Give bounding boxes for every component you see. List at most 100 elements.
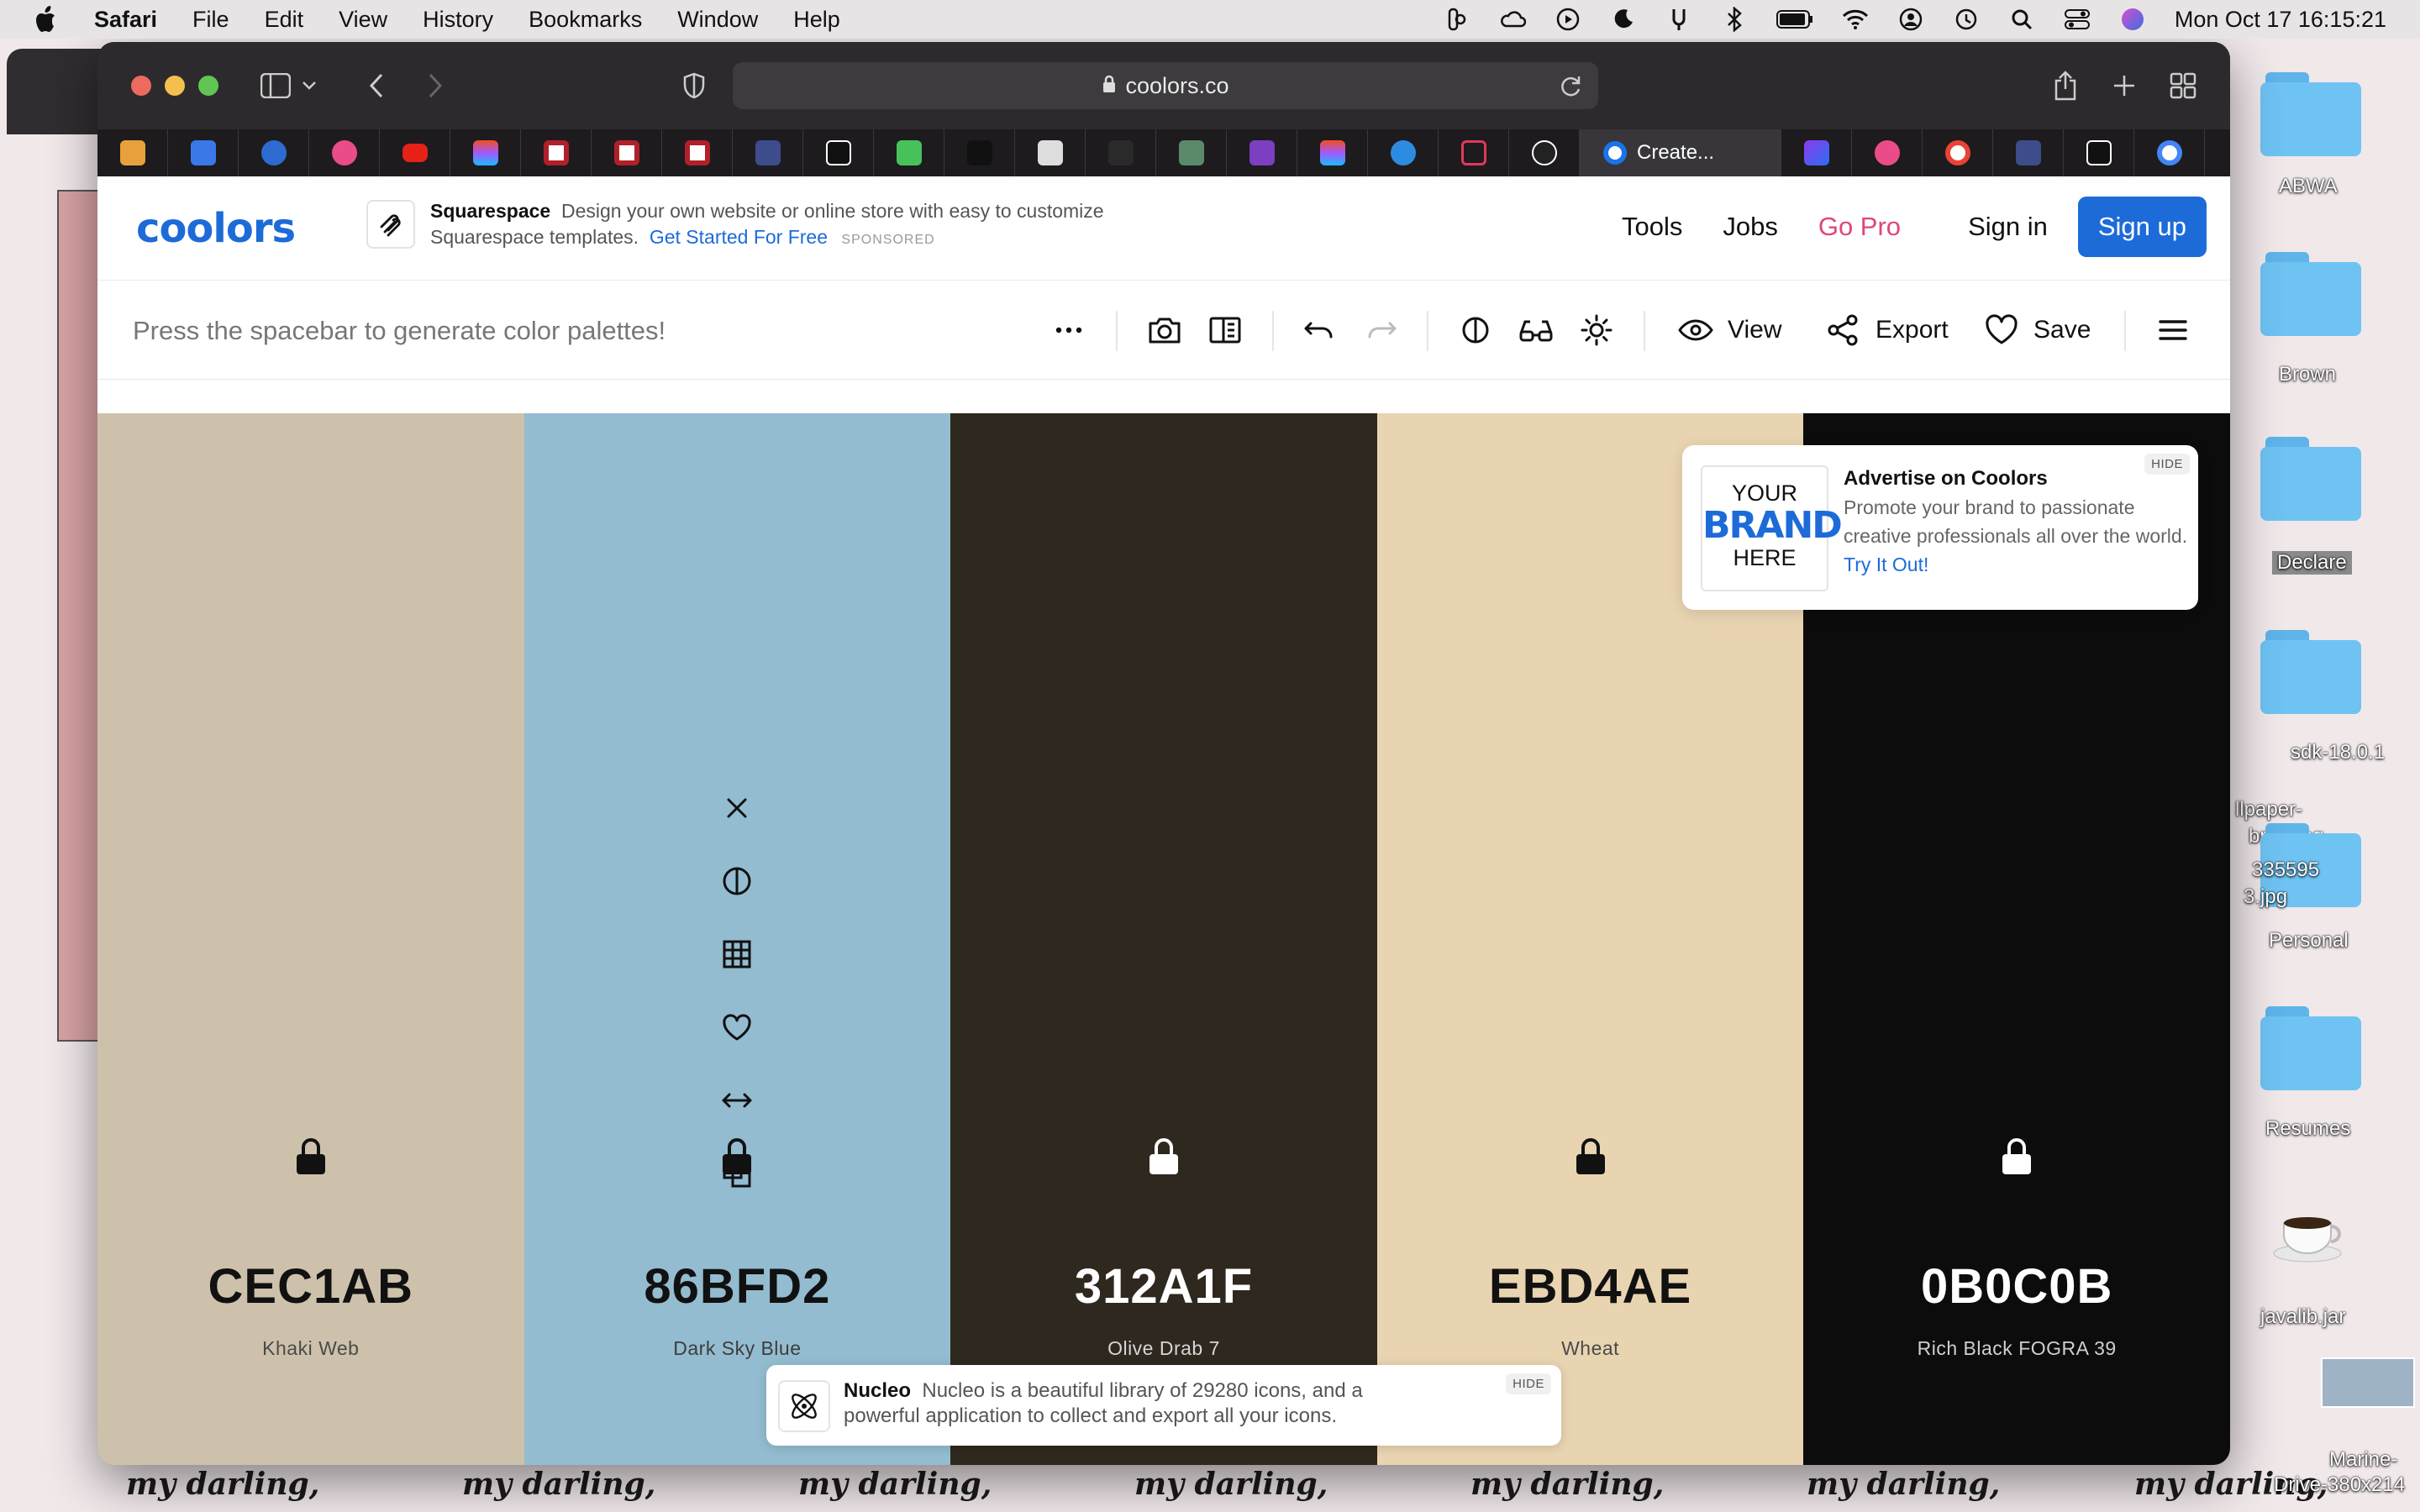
tab[interactable] (1015, 129, 1086, 176)
tab[interactable] (1086, 129, 1156, 176)
color-hex-code[interactable]: 86BFD2 (524, 1258, 951, 1315)
hamburger-menu-icon[interactable] (2154, 311, 2191, 349)
folder-icon[interactable] (2260, 1006, 2361, 1090)
tab[interactable] (309, 129, 380, 176)
desktop-item-label[interactable]: Declare (2272, 551, 2352, 575)
glasses-icon[interactable] (1518, 311, 1555, 349)
forward-icon[interactable] (418, 69, 452, 102)
menu-bookmarks[interactable]: Bookmarks (529, 7, 642, 33)
tab-active[interactable]: Create... (1580, 129, 1781, 176)
spotlight-search-icon[interactable] (2008, 6, 2035, 33)
tab[interactable] (1993, 129, 2064, 176)
control-center-icon[interactable] (2064, 6, 2091, 33)
time-machine-icon[interactable] (1953, 6, 1980, 33)
chevron-down-icon[interactable] (299, 69, 319, 102)
play-icon[interactable] (1555, 6, 1581, 33)
address-bar[interactable]: coolors.co (733, 62, 1598, 109)
sign-in-link[interactable]: Sign in (1968, 212, 2048, 242)
menu-view[interactable]: View (339, 7, 387, 33)
hide-nucleo-button[interactable]: HIDE (1506, 1373, 1551, 1394)
tab[interactable] (1781, 129, 1852, 176)
tab[interactable] (944, 129, 1015, 176)
color-swatch[interactable]: 312A1F Olive Drab 7 (950, 413, 1377, 1465)
save-button[interactable]: Save (1983, 311, 2091, 349)
menu-help[interactable]: Help (793, 7, 840, 33)
brightness-icon[interactable] (1578, 311, 1615, 349)
shades-grid-icon[interactable] (720, 937, 754, 971)
color-hex-code[interactable]: CEC1AB (97, 1258, 524, 1315)
wifi-icon[interactable] (1842, 6, 1869, 33)
tab[interactable] (592, 129, 662, 176)
reload-icon[interactable] (1560, 74, 1583, 97)
lock-icon[interactable] (294, 1137, 328, 1176)
view-button[interactable]: View (1677, 311, 1781, 349)
zoom-window-button[interactable] (198, 76, 218, 96)
undo-icon[interactable] (1301, 311, 1338, 349)
menu-app-name[interactable]: Safari (94, 7, 157, 33)
battery-icon[interactable] (1776, 6, 1813, 33)
tab-overview-icon[interactable] (2166, 69, 2200, 102)
tab[interactable] (1368, 129, 1439, 176)
tab[interactable] (1923, 129, 1993, 176)
tab[interactable] (662, 129, 733, 176)
desktop-item-label[interactable]: Personal (2269, 929, 2349, 953)
tab[interactable] (1852, 129, 1923, 176)
nav-tools[interactable]: Tools (1622, 212, 1682, 242)
tab[interactable] (239, 129, 309, 176)
image-thumbnail-icon[interactable] (2321, 1357, 2415, 1408)
split-view-icon[interactable] (1207, 311, 1244, 349)
camera-icon[interactable] (1146, 311, 1183, 349)
tab[interactable] (2064, 129, 2134, 176)
tab[interactable] (1227, 129, 1297, 176)
tab[interactable] (97, 129, 168, 176)
menu-file[interactable]: File (192, 7, 229, 33)
heart-icon[interactable] (720, 1011, 754, 1044)
tab[interactable] (2134, 129, 2205, 176)
menu-clock[interactable]: Mon Oct 17 16:15:21 (2175, 7, 2386, 33)
tab[interactable] (1509, 129, 1580, 176)
desktop-item-label[interactable]: sdk-18.0.1 (2291, 741, 2385, 764)
menu-history[interactable]: History (423, 7, 493, 33)
sidebar-toggle-icon[interactable] (259, 69, 292, 102)
desktop-item-label[interactable]: Marine- (2329, 1448, 2397, 1472)
minimize-window-button[interactable] (165, 76, 185, 96)
color-name[interactable]: Wheat (1377, 1337, 1804, 1360)
desktop-item-label[interactable]: Resumes (2265, 1117, 2350, 1141)
folder-icon[interactable] (2260, 437, 2361, 521)
bluetooth-icon[interactable] (1721, 6, 1748, 33)
tab[interactable] (380, 129, 450, 176)
tab[interactable] (450, 129, 521, 176)
contrast-icon[interactable] (1457, 311, 1494, 349)
menu-window[interactable]: Window (677, 7, 758, 33)
desktop-item-label[interactable]: 3.jpg (2244, 885, 2287, 909)
redo-icon[interactable] (1363, 311, 1400, 349)
lock-icon[interactable] (1574, 1137, 1607, 1176)
figma-status-icon[interactable] (1444, 6, 1470, 33)
nav-go-pro[interactable]: Go Pro (1818, 212, 1901, 242)
tab[interactable] (733, 129, 803, 176)
export-button[interactable]: Export (1825, 311, 1949, 349)
sponsor-cta-link[interactable]: Get Started For Free (650, 226, 828, 248)
tab[interactable] (521, 129, 592, 176)
color-hex-code[interactable]: EBD4AE (1377, 1258, 1804, 1315)
tab[interactable] (874, 129, 944, 176)
color-swatch[interactable]: CEC1AB Khaki Web (97, 413, 524, 1465)
color-swatch[interactable]: 86BFD2 Dark Sky Blue (523, 413, 951, 1465)
desktop-item-label[interactable]: 335595 (2252, 858, 2319, 882)
desktop-item-label[interactable]: javalib.jar (2260, 1305, 2345, 1329)
sign-up-button[interactable]: Sign up (2077, 197, 2207, 257)
menu-edit[interactable]: Edit (265, 7, 304, 33)
desktop-item-label[interactable]: ABWA (2279, 175, 2338, 198)
siri-icon[interactable] (2119, 6, 2146, 33)
color-name[interactable]: Rich Black FOGRA 39 (1803, 1337, 2230, 1360)
close-window-button[interactable] (131, 76, 151, 96)
color-name[interactable]: Khaki Web (97, 1337, 524, 1360)
nav-jobs[interactable]: Jobs (1723, 212, 1777, 242)
moon-icon[interactable] (1610, 6, 1637, 33)
lock-icon[interactable] (2000, 1137, 2033, 1176)
privacy-shield-icon[interactable] (677, 69, 711, 102)
share-icon[interactable] (2049, 69, 2082, 102)
cloud-sync-icon[interactable] (1499, 6, 1526, 33)
lock-icon[interactable] (720, 1137, 754, 1176)
folder-icon[interactable] (2260, 252, 2361, 336)
